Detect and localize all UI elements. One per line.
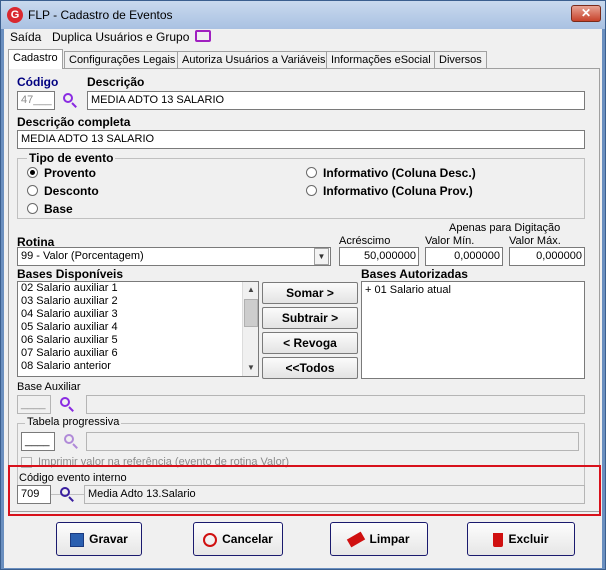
client-area: Saída Duplica Usuários e Grupo Cadastro … (4, 29, 602, 568)
menu-duplica-usuarios[interactable]: Duplica Usuários e Grupo (52, 30, 189, 44)
codigo-input[interactable]: 47___ (17, 91, 55, 110)
descricao-completa-label: Descrição completa (17, 115, 131, 129)
list-item[interactable]: 08 Salario anterior (18, 360, 258, 373)
base-auxiliar-desc (86, 395, 585, 414)
radio-provento[interactable] (27, 167, 38, 178)
tab-autoriza-usuarios[interactable]: Autoriza Usuários a Variáveis (177, 51, 331, 68)
limpar-label: Limpar (369, 532, 410, 546)
excluir-label: Excluir (508, 532, 549, 546)
bases-autorizadas-label: Bases Autorizadas (361, 267, 468, 281)
tabela-progressiva-input[interactable]: ____ (21, 432, 55, 451)
scroll-thumb[interactable] (244, 299, 258, 327)
codigo-search-icon[interactable] (61, 91, 79, 109)
tab-strip: Cadastro Configurações Legais Autoriza U… (6, 49, 600, 69)
tipo-evento-group (17, 158, 585, 219)
cadastro-panel: Código Descrição 47___ MEDIA ADTO 13 SAL… (8, 68, 600, 512)
menu-saida[interactable]: Saída (10, 30, 41, 44)
descricao-label: Descrição (87, 75, 145, 89)
tipo-evento-label: Tipo de evento (27, 151, 116, 165)
radio-informativo-prov-label: Informativo (Coluna Prov.) (323, 184, 473, 198)
tabela-search-icon[interactable] (62, 432, 80, 450)
cancelar-button[interactable]: Cancelar (193, 522, 283, 556)
cancelar-label: Cancelar (222, 532, 273, 546)
descricao-completa-input[interactable]: MEDIA ADTO 13 SALARIO (17, 130, 585, 149)
app-logo-icon: G (7, 7, 23, 23)
list-item[interactable]: 02 Salario auxiliar 1 (18, 282, 258, 295)
apenas-digitacao-label: Apenas para Digitação (449, 222, 561, 234)
gravar-button[interactable]: Gravar (56, 522, 142, 556)
rotina-select[interactable]: 99 - Valor (Porcentagem) (17, 247, 331, 266)
base-auxiliar-search-icon[interactable] (58, 395, 76, 413)
valor-min-input[interactable]: 0,000000 (425, 247, 503, 266)
tabela-progressiva-desc (86, 432, 579, 451)
title-bar: G FLP - Cadastro de Eventos ✕ (1, 1, 605, 29)
codigo-label: Código (17, 75, 59, 89)
descricao-input[interactable]: MEDIA ADTO 13 SALARIO (87, 91, 585, 110)
acrescimo-label: Acréscimo (339, 235, 391, 247)
list-item[interactable]: 03 Salario auxiliar 2 (18, 295, 258, 308)
radio-base-label: Base (44, 202, 73, 216)
tab-diversos[interactable]: Diversos (434, 51, 487, 68)
valor-min-label: Valor Mín. (425, 235, 475, 247)
revoga-button[interactable]: < Revoga (262, 332, 358, 354)
tab-informacoes-esocial[interactable]: Informações eSocial (326, 51, 436, 68)
valor-max-input[interactable]: 0,000000 (509, 247, 585, 266)
list-item[interactable]: 06 Salario auxiliar 5 (18, 334, 258, 347)
eraser-icon (347, 531, 366, 548)
limpar-button[interactable]: Limpar (330, 522, 428, 556)
somar-button[interactable]: Somar > (262, 282, 358, 304)
radio-desconto[interactable] (27, 185, 38, 196)
radio-informativo-desc-label: Informativo (Coluna Desc.) (323, 166, 476, 180)
tabela-progressiva-label: Tabela progressiva (25, 416, 122, 428)
close-button[interactable]: ✕ (571, 5, 601, 22)
radio-desconto-label: Desconto (44, 184, 99, 198)
bases-disponiveis-label: Bases Disponíveis (17, 267, 124, 281)
main-window: G FLP - Cadastro de Eventos ✕ Saída Dupl… (0, 0, 606, 570)
base-auxiliar-label: Base Auxiliar (17, 381, 81, 393)
list-item[interactable]: 07 Salario auxiliar 6 (18, 347, 258, 360)
list-item[interactable]: 04 Salario auxiliar 3 (18, 308, 258, 321)
window-title: FLP - Cadastro de Eventos (28, 8, 173, 22)
excluir-button[interactable]: Excluir (467, 522, 575, 556)
trash-icon (493, 532, 504, 547)
valor-max-label: Valor Máx. (509, 235, 561, 247)
list-item[interactable]: 05 Salario auxiliar 4 (18, 321, 258, 334)
radio-provento-label: Provento (44, 166, 97, 180)
acrescimo-input[interactable]: 50,000000 (339, 247, 419, 266)
tab-configuracoes-legais[interactable]: Configurações Legais (64, 51, 181, 68)
highlight-box (8, 465, 601, 516)
gravar-label: Gravar (89, 532, 128, 546)
bases-autorizadas-list[interactable]: + 01 Salario atual (361, 281, 585, 379)
radio-informativo-desc[interactable] (306, 167, 317, 178)
bases-disponiveis-list[interactable]: 02 Salario auxiliar 1 03 Salario auxilia… (17, 281, 259, 377)
radio-base[interactable] (27, 203, 38, 214)
list-item[interactable]: + 01 Salario atual (362, 284, 584, 297)
tab-cadastro[interactable]: Cadastro (8, 49, 63, 69)
subtrair-button[interactable]: Subtrair > (262, 307, 358, 329)
radio-informativo-prov[interactable] (306, 185, 317, 196)
menu-bar: Saída Duplica Usuários e Grupo (4, 29, 602, 47)
scroll-up-icon[interactable]: ▲ (243, 282, 258, 298)
todos-button[interactable]: <<Todos (262, 357, 358, 379)
rotina-dropdown-arrow-icon[interactable]: ▼ (314, 248, 329, 265)
save-icon (70, 532, 85, 547)
vertical-scrollbar[interactable]: ▲ ▼ (242, 282, 258, 376)
cancel-icon (203, 532, 218, 547)
scroll-down-icon[interactable]: ▼ (243, 360, 258, 376)
monitor-icon[interactable] (195, 30, 211, 42)
base-auxiliar-input[interactable]: ____ (17, 395, 51, 414)
